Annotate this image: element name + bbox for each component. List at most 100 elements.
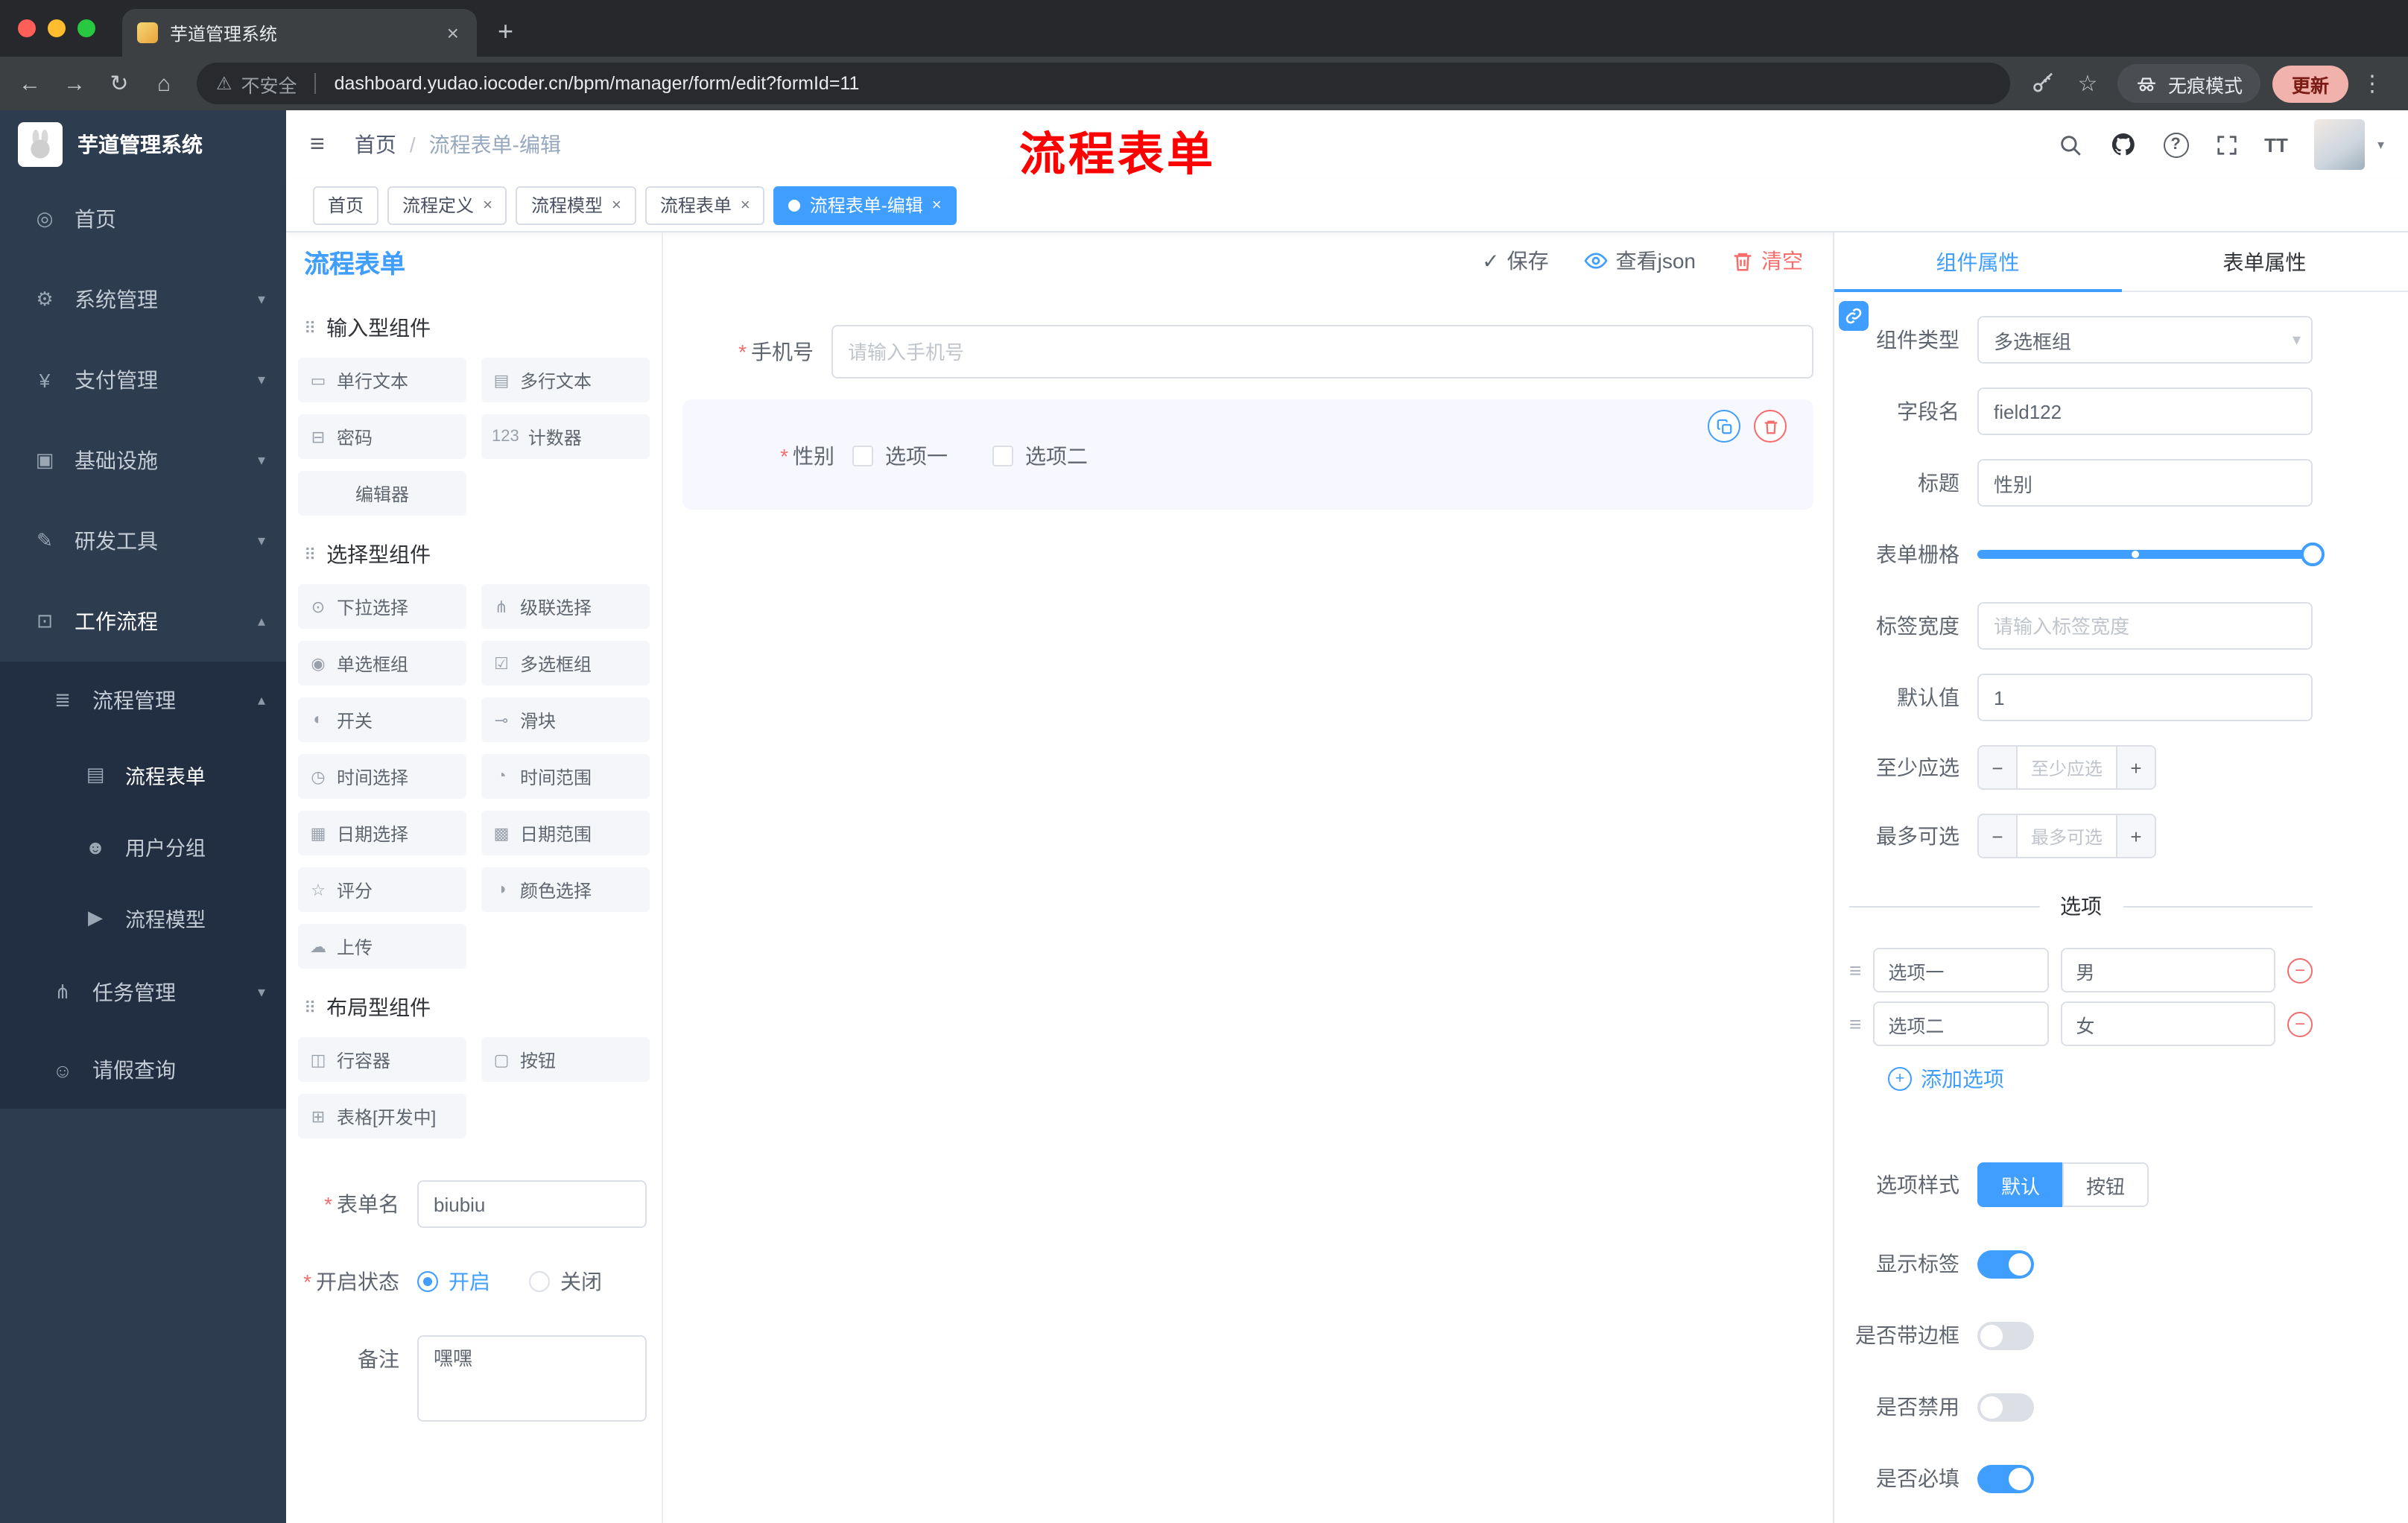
palette-item[interactable]: ◔ 时间范围 xyxy=(481,754,650,799)
github-icon[interactable] xyxy=(2109,131,2136,158)
option-value-input[interactable] xyxy=(2061,1001,2275,1046)
palette-item[interactable]: 123 计数器 xyxy=(481,414,650,459)
option-name-input[interactable] xyxy=(1873,1001,2050,1046)
decrease-button[interactable]: − xyxy=(1979,747,2018,788)
palette-item[interactable]: ▭ 单行文本 xyxy=(298,358,466,402)
border-switch[interactable] xyxy=(1977,1321,2034,1349)
max-select-placeholder[interactable]: 最多可选 xyxy=(2018,815,2116,857)
link-icon[interactable] xyxy=(1839,301,1869,331)
option-value-input[interactable] xyxy=(2061,948,2275,992)
checkbox-option-1[interactable]: 选项一 xyxy=(852,441,948,471)
bookmark-star-icon[interactable]: ☆ xyxy=(2067,63,2108,104)
palette-item[interactable]: ☑ 多选框组 xyxy=(481,641,650,685)
sidebar-item-system-management[interactable]: ⚙ 系统管理 ▾ xyxy=(0,259,286,340)
palette-item[interactable]: ▤ 多行文本 xyxy=(481,358,650,402)
browser-tab[interactable]: 芋道管理系统 × xyxy=(122,9,477,57)
reload-button[interactable]: ↻ xyxy=(98,63,140,104)
sidebar-item-leave-query[interactable]: ☺ 请假查询 xyxy=(0,1031,286,1109)
palette-item[interactable]: ☆ 评分 xyxy=(298,867,466,912)
forward-button[interactable]: → xyxy=(54,63,95,104)
sidebar-item-workflow[interactable]: ⊡ 工作流程 ▴ xyxy=(0,581,286,662)
increase-button[interactable]: + xyxy=(2116,747,2155,788)
style-default-button[interactable]: 默认 xyxy=(1977,1162,2063,1207)
password-key-icon[interactable] xyxy=(2022,63,2064,104)
status-radio-on[interactable]: 开启 xyxy=(417,1267,490,1296)
remove-option-button[interactable]: − xyxy=(2287,957,2313,983)
palette-item[interactable]: ⊙ 下拉选择 xyxy=(298,584,466,629)
window-minimize-button[interactable] xyxy=(48,19,66,37)
form-canvas[interactable]: 手机号 xyxy=(663,289,1833,1523)
help-icon[interactable]: ? xyxy=(2163,132,2189,157)
palette-item[interactable]: ◐ 开关 xyxy=(298,697,466,742)
update-chrome-button[interactable]: 更新 xyxy=(2272,65,2348,102)
palette-item[interactable]: 编辑器 xyxy=(298,471,466,516)
palette-item[interactable]: ◉ 单选框组 xyxy=(298,641,466,685)
back-button[interactable]: ← xyxy=(9,63,51,104)
field-name-input[interactable] xyxy=(1977,387,2313,435)
palette-item[interactable]: ⊸ 滑块 xyxy=(481,697,650,742)
palette-item[interactable]: ◫ 行容器 xyxy=(298,1037,466,1082)
palette-item[interactable]: ☁ 上传 xyxy=(298,924,466,969)
phone-field[interactable]: 手机号 xyxy=(682,325,1813,379)
tag-process-form-edit[interactable]: 流程表单-编辑 × xyxy=(773,186,957,224)
disabled-switch[interactable] xyxy=(1977,1393,2034,1421)
copy-field-button[interactable] xyxy=(1708,410,1740,443)
palette-item[interactable]: ⊟ 密码 xyxy=(298,414,466,459)
security-label[interactable]: 不安全 xyxy=(241,69,297,98)
add-option-button[interactable]: + 添加选项 xyxy=(1888,1064,2313,1094)
home-button[interactable]: ⌂ xyxy=(143,63,185,104)
drag-handle-icon[interactable]: ≡ xyxy=(1849,958,1861,982)
title-input[interactable] xyxy=(1977,459,2313,507)
tag-close-icon[interactable]: × xyxy=(483,196,492,214)
avatar[interactable] xyxy=(2314,119,2366,170)
decrease-button[interactable]: − xyxy=(1979,815,2018,857)
tag-close-icon[interactable]: × xyxy=(612,196,621,214)
remove-option-button[interactable]: − xyxy=(2287,1011,2313,1036)
form-name-input[interactable] xyxy=(417,1180,647,1228)
palette-item[interactable]: ◑ 颜色选择 xyxy=(481,867,650,912)
sidebar-item-process-management[interactable]: ≣ 流程管理 ▴ xyxy=(0,662,286,739)
sidebar-item-user-group[interactable]: ☻ 用户分组 xyxy=(0,811,286,882)
gender-field-selected[interactable]: 性别 选项一 选项二 xyxy=(682,399,1813,510)
fullscreen-icon[interactable] xyxy=(2215,133,2237,156)
show-label-switch[interactable] xyxy=(1977,1250,2034,1278)
palette-item[interactable]: ▢ 按钮 xyxy=(481,1037,650,1082)
browser-menu-button[interactable]: ⋮ xyxy=(2351,63,2393,104)
default-value-input[interactable] xyxy=(1977,674,2313,721)
window-close-button[interactable] xyxy=(18,19,36,37)
search-icon[interactable] xyxy=(2057,132,2082,157)
palette-item[interactable]: ▩ 日期范围 xyxy=(481,811,650,855)
sidebar-item-payment-management[interactable]: ¥ 支付管理 ▾ xyxy=(0,340,286,420)
required-switch[interactable] xyxy=(1977,1464,2034,1492)
tab-close-icon[interactable]: × xyxy=(444,21,462,45)
tag-process-definition[interactable]: 流程定义 × xyxy=(387,186,507,224)
address-bar[interactable]: ⚠ 不安全 dashboard.yudao.iocoder.cn/bpm/man… xyxy=(197,63,2010,104)
font-size-icon[interactable]: TT xyxy=(2264,133,2288,156)
app-logo[interactable]: 芋道管理系统 xyxy=(0,110,286,179)
palette-item[interactable]: ⋔ 级联选择 xyxy=(481,584,650,629)
palette-item[interactable]: ▦ 日期选择 xyxy=(298,811,466,855)
clear-button[interactable]: 清空 xyxy=(1731,246,1803,276)
tag-process-form[interactable]: 流程表单 × xyxy=(644,186,765,224)
label-width-input[interactable] xyxy=(1977,602,2313,650)
view-json-button[interactable]: 查看json xyxy=(1585,246,1696,276)
component-type-select[interactable]: 多选框组 ▾ xyxy=(1977,316,2313,364)
save-button[interactable]: ✓ 保存 xyxy=(1482,246,1548,276)
sidebar-item-dev-tools[interactable]: ✎ 研发工具 ▾ xyxy=(0,501,286,581)
style-button-button[interactable]: 按钮 xyxy=(2062,1162,2149,1207)
sidebar-item-home[interactable]: ◎ 首页 xyxy=(0,179,286,259)
sidebar-item-process-model[interactable]: ▶ 流程模型 xyxy=(0,882,286,954)
sidebar-item-infrastructure[interactable]: ▣ 基础设施 ▾ xyxy=(0,420,286,501)
breadcrumb-home[interactable]: 首页 xyxy=(355,130,396,159)
delete-field-button[interactable] xyxy=(1754,410,1787,443)
tag-home[interactable]: 首页 xyxy=(313,186,379,224)
tag-close-icon[interactable]: × xyxy=(741,196,750,214)
remark-textarea[interactable]: 嘿嘿 xyxy=(417,1335,647,1422)
palette-item[interactable]: ◷ 时间选择 xyxy=(298,754,466,799)
increase-button[interactable]: + xyxy=(2116,815,2155,857)
palette-item[interactable]: ⊞ 表格[开发中] xyxy=(298,1094,466,1139)
drag-handle-icon[interactable]: ≡ xyxy=(1849,1012,1861,1036)
form-grid-slider[interactable] xyxy=(1977,531,2325,578)
sidebar-collapse-icon[interactable]: ≡ xyxy=(310,130,325,159)
tag-process-model[interactable]: 流程模型 × xyxy=(516,186,636,224)
